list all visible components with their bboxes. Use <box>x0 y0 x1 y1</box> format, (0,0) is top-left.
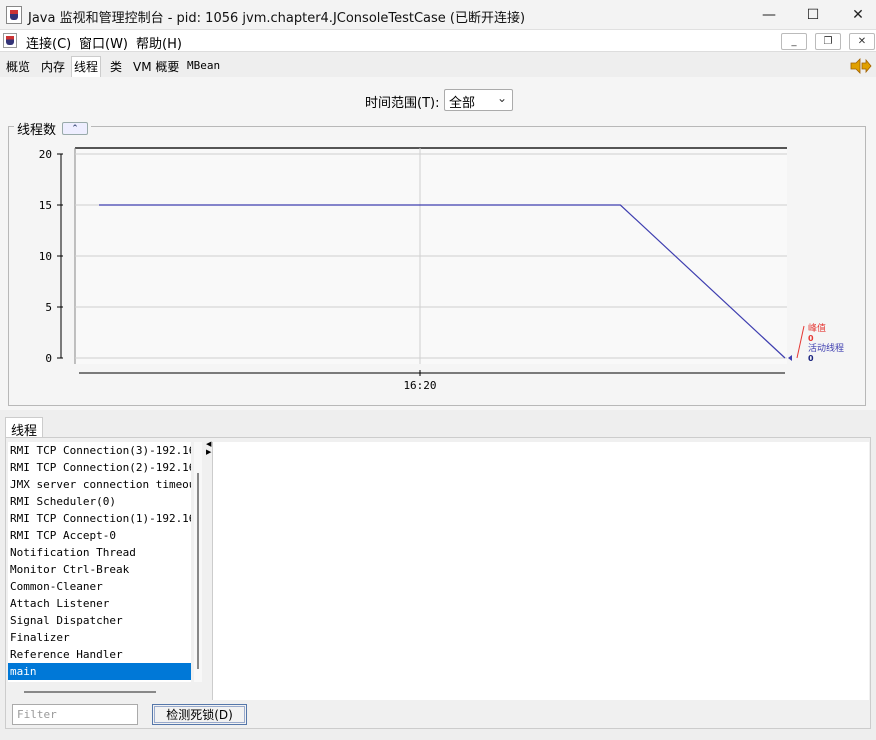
menu-window[interactable]: 窗口(W) <box>79 33 128 52</box>
time-range-select[interactable]: 全部 ⌄ <box>444 89 513 111</box>
threads-list-tab[interactable]: 线程 <box>5 417 44 439</box>
legend-peak-value: 0 <box>808 334 814 343</box>
x-tick-label: 16:20 <box>403 379 436 392</box>
window-title: Java 监视和管理控制台 - pid: 1056 jvm.chapter4.J… <box>28 11 526 26</box>
minimize-button[interactable]: — <box>746 0 792 30</box>
thread-list-hscroll-thumb[interactable] <box>24 691 156 693</box>
splitter-arrows-icon[interactable]: ◀ ▶ <box>206 440 211 456</box>
menu-connection[interactable]: 连接(C) <box>26 33 71 52</box>
y-tick-label: 20 <box>39 148 52 161</box>
current-value-marker <box>788 355 792 361</box>
time-range-label: 时间范围(T): <box>365 96 440 111</box>
thread-list-item[interactable]: Monitor Ctrl-Break <box>8 561 191 578</box>
chevron-down-icon: ⌄ <box>496 91 507 105</box>
y-tick-label: 0 <box>45 352 52 365</box>
maximize-button[interactable]: ☐ <box>790 0 836 30</box>
tab-vm-summary[interactable]: VM 概要 <box>131 57 181 76</box>
thread-list-item[interactable]: Reference Handler <box>8 646 191 663</box>
thread-list[interactable]: RMI TCP Connection(3)-192.168. RMI TCP Co… <box>8 442 191 682</box>
tab-threads[interactable]: 线程 <box>71 56 102 77</box>
thread-list-item[interactable]: Notification Thread <box>8 544 191 561</box>
internal-minimize-button[interactable]: _ <box>781 33 807 50</box>
java-window-icon[interactable] <box>3 33 17 48</box>
internal-restore-button[interactable]: ❐ <box>815 33 841 50</box>
thread-list-item[interactable]: RMI TCP Connection(2)-192.168. <box>8 459 191 476</box>
thread-list-item[interactable]: Attach Listener <box>8 595 191 612</box>
y-tick-label: 10 <box>39 250 52 263</box>
legend-active-value: 0 <box>808 354 814 363</box>
menu-bar: 连接(C) 窗口(W) 帮助(H) _ ❐ ✕ <box>0 30 876 52</box>
tab-overview[interactable]: 概览 <box>4 57 32 76</box>
threads-content: 时间范围(T): 全部 ⌄ 线程数 ⌃ 0 5 10 15 20 16:20 峰值 0 活动线程… <box>0 77 876 410</box>
internal-close-button[interactable]: ✕ <box>849 33 875 50</box>
menu-help[interactable]: 帮助(H) <box>136 33 182 52</box>
tab-mbean[interactable]: MBean <box>185 58 222 73</box>
connection-status-icon[interactable] <box>850 58 872 74</box>
thread-list-item[interactable]: Common-Cleaner <box>8 578 191 595</box>
thread-list-item[interactable]: Signal Dispatcher <box>8 612 191 629</box>
detect-deadlock-button[interactable]: 检测死锁(D) <box>152 704 247 725</box>
thread-list-item[interactable]: main <box>8 663 191 680</box>
time-range-value: 全部 <box>449 96 476 111</box>
java-app-icon <box>6 6 22 24</box>
thread-list-item[interactable]: JMX server connection timeout <box>8 476 191 493</box>
legend-peak-label: 峰值 <box>808 322 826 334</box>
thread-list-item[interactable]: Finalizer <box>8 629 191 646</box>
thread-count-chart: 0510152016:20峰值0活动线程0 <box>39 147 844 392</box>
filter-input[interactable]: Filter <box>12 704 138 725</box>
thread-list-item[interactable]: RMI Scheduler(0) <box>8 493 191 510</box>
threads-panel: RMI TCP Connection(3)-192.168. RMI TCP Co… <box>5 437 871 729</box>
tab-memory[interactable]: 内存 <box>39 57 67 76</box>
peak-indicator-line <box>796 325 805 359</box>
title-bar: Java 监视和管理控制台 - pid: 1056 jvm.chapter4.J… <box>0 0 876 30</box>
thread-list-item[interactable]: RMI TCP Connection(3)-192.168. <box>8 442 191 459</box>
legend-active-label: 活动线程 <box>808 342 844 354</box>
thread-detail-pane <box>212 442 869 700</box>
y-tick-label: 15 <box>39 199 52 212</box>
thread-list-item[interactable]: RMI TCP Connection(1)-192.168. <box>8 510 191 527</box>
y-tick-label: 5 <box>45 301 52 314</box>
thread-list-scroll-thumb[interactable] <box>197 473 199 669</box>
tab-classes[interactable]: 类 <box>108 57 124 76</box>
thread-count-panel: 线程数 ⌃ 0 5 10 15 20 16:20 峰值 0 活动线程 0 <box>8 119 866 406</box>
main-tabs: 概览 内存 线程 类 VM 概要 MBean <box>0 55 876 77</box>
thread-list-item[interactable]: RMI TCP Accept-0 <box>8 527 191 544</box>
close-button[interactable]: ✕ <box>835 0 876 30</box>
